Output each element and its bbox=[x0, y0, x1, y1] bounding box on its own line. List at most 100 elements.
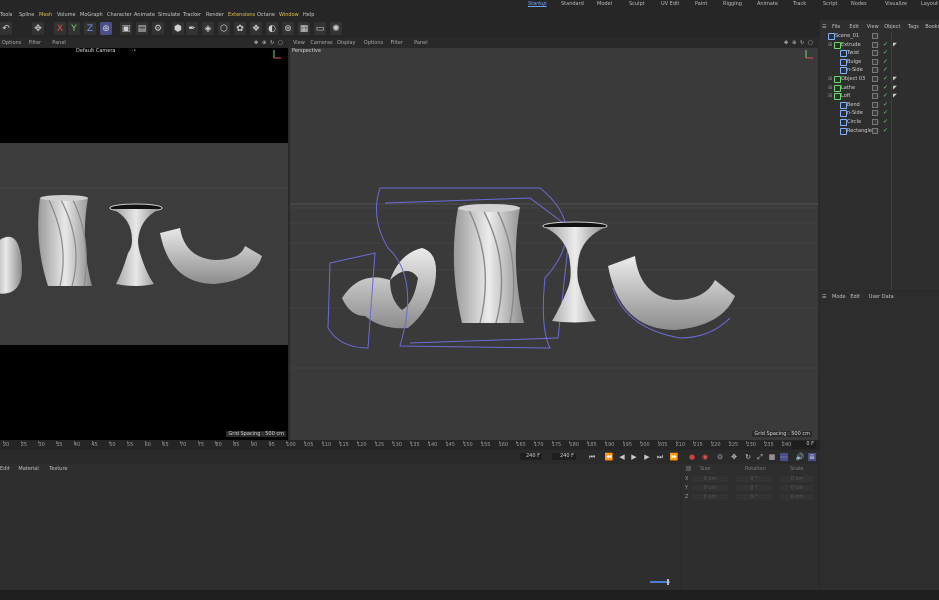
object-menu-tags[interactable]: Tags bbox=[908, 24, 919, 30]
enabled-check-icon[interactable]: ✓ bbox=[883, 127, 888, 134]
frame-end-field[interactable]: 240 F bbox=[552, 453, 576, 460]
object-name[interactable]: Extrude bbox=[841, 42, 861, 48]
object-row-scene-01[interactable]: Scene_01: bbox=[820, 32, 939, 40]
visibility-dots-icon[interactable]: : bbox=[878, 59, 880, 65]
current-frame-field[interactable]: 0 F bbox=[792, 441, 816, 449]
expand-icon[interactable]: ⊞ bbox=[828, 93, 832, 99]
cloner-icon[interactable]: ✿ bbox=[234, 22, 246, 35]
coord-scale-field[interactable]: 0 cm bbox=[780, 485, 814, 491]
viewport-left[interactable]: Default Camera ·:• Grid Spacing : 500 cm bbox=[0, 48, 288, 440]
enabled-check-icon[interactable]: ✓ bbox=[883, 92, 888, 99]
visibility-dots-icon[interactable]: : bbox=[878, 85, 880, 91]
object-row-lathe[interactable]: ⊞ Lathe: ✓ ◤ bbox=[820, 84, 939, 92]
object-name[interactable]: Object 03 bbox=[841, 76, 865, 82]
object-menu-object[interactable]: Object bbox=[884, 24, 900, 30]
tag-icon[interactable]: ◤ bbox=[893, 93, 897, 99]
object-name[interactable]: n-Side bbox=[847, 67, 863, 73]
visibility-dots-icon[interactable]: : bbox=[878, 67, 880, 73]
visibility-dots-icon[interactable]: : bbox=[878, 110, 880, 116]
menu-help[interactable]: Help bbox=[303, 12, 314, 18]
viewport-zoom-icon[interactable]: ⊕ bbox=[262, 40, 266, 46]
layout-model[interactable]: Model bbox=[597, 1, 612, 7]
render-settings-icon[interactable]: ⚙ bbox=[152, 22, 164, 35]
visibility-dots-icon[interactable]: : bbox=[878, 33, 880, 39]
timeline-settings-icon[interactable]: ≣ bbox=[808, 453, 816, 461]
menu-extensions[interactable]: Extensions bbox=[228, 12, 255, 18]
object-menu-view[interactable]: View bbox=[867, 24, 879, 30]
layout-layout[interactable]: Layout bbox=[921, 1, 938, 7]
autokey-icon[interactable]: ◉ bbox=[701, 453, 709, 461]
menu-tools[interactable]: Tools bbox=[0, 12, 12, 18]
enabled-check-icon[interactable]: ✓ bbox=[883, 66, 888, 73]
spline-pen-icon[interactable]: ✒ bbox=[186, 22, 198, 35]
object-name[interactable]: Rectangle bbox=[847, 128, 872, 134]
material-menu-material[interactable]: Material bbox=[18, 466, 38, 472]
object-row-rectangle[interactable]: Rectangle: ✓ bbox=[820, 127, 939, 135]
coord-scale-field[interactable]: 0 cm bbox=[780, 494, 814, 500]
tag-icon[interactable]: ◤ bbox=[893, 85, 897, 91]
sound-icon[interactable]: 🔊 bbox=[796, 453, 805, 461]
visibility-dots-icon[interactable]: : bbox=[878, 50, 880, 56]
light-icon[interactable]: ✺ bbox=[330, 22, 342, 35]
viewport-rotate-icon[interactable]: ↻ bbox=[270, 40, 274, 46]
viewport-maximize-icon[interactable]: ▢ bbox=[808, 40, 813, 46]
object-menu-file[interactable]: File bbox=[832, 24, 840, 30]
viewport-menu-view[interactable]: View bbox=[293, 40, 305, 46]
extrude-generator-icon[interactable]: ⬡ bbox=[218, 22, 230, 35]
twisted-column-object[interactable] bbox=[38, 195, 92, 287]
move-icon[interactable]: ✥ bbox=[32, 22, 44, 35]
undo-icon[interactable]: ↶ bbox=[0, 22, 12, 35]
viewport-menu-options[interactable]: Options bbox=[2, 40, 21, 46]
layout-sculpt[interactable]: Sculpt bbox=[629, 1, 645, 7]
keyframe-selection-icon[interactable]: ⊙ bbox=[716, 453, 724, 461]
attribute-menu-edit[interactable]: Edit bbox=[850, 294, 860, 300]
rotation-track-icon[interactable]: ↻ bbox=[744, 453, 752, 461]
menu-character[interactable]: Character bbox=[107, 12, 132, 18]
render-view-icon[interactable]: ▣ bbox=[120, 22, 132, 35]
viewport-menu-filter[interactable]: Filter bbox=[29, 40, 41, 46]
object-menu-edit[interactable]: Edit bbox=[849, 24, 859, 30]
visibility-dots-icon[interactable]: : bbox=[878, 76, 880, 82]
field-icon[interactable]: ⊛ bbox=[282, 22, 294, 35]
deformer-icon[interactable]: ◐ bbox=[266, 22, 278, 35]
hamburger-icon[interactable]: ☰ bbox=[822, 24, 826, 30]
enabled-check-icon[interactable]: ✓ bbox=[883, 49, 888, 56]
menu-animate[interactable]: Animate bbox=[134, 12, 155, 18]
go-to-end-icon[interactable]: ⏭ bbox=[656, 453, 664, 461]
layout-nodes[interactable]: Nodes bbox=[851, 1, 867, 7]
layout-startup[interactable]: Startup bbox=[528, 1, 547, 7]
object-row-loft[interactable]: ⊞ Loft: ✓ ◤ bbox=[820, 92, 939, 101]
enabled-check-icon[interactable]: ✓ bbox=[883, 84, 888, 91]
enabled-check-icon[interactable]: ✓ bbox=[883, 109, 888, 116]
coord-rotation-field[interactable]: 0 ° bbox=[736, 494, 772, 500]
object-row-extrude[interactable]: ⊞ Extrude: ✓ ◤ bbox=[820, 41, 939, 49]
object-row-bulge[interactable]: Bulge: ✓ bbox=[820, 58, 939, 66]
coord-rotation-field[interactable]: 0 ° bbox=[736, 485, 772, 491]
object-name[interactable]: Bend bbox=[847, 102, 860, 108]
attribute-menu-user-data[interactable]: User Data bbox=[869, 294, 894, 300]
coord-scale-field[interactable]: 0 cm bbox=[780, 476, 814, 482]
viewport-pan-icon[interactable]: ✥ bbox=[784, 40, 788, 46]
object-row-bend[interactable]: Bend: ✓ bbox=[820, 101, 939, 109]
viewport-maximize-icon[interactable]: ▢ bbox=[278, 40, 283, 46]
enabled-check-icon[interactable]: ✓ bbox=[883, 58, 888, 65]
menu-tracker[interactable]: Tracker bbox=[183, 12, 201, 18]
layout-standard[interactable]: Standard bbox=[561, 1, 584, 7]
viewport-menu-options[interactable]: Options bbox=[364, 40, 383, 46]
next-key-icon[interactable]: ⏩ bbox=[670, 453, 679, 461]
visibility-dots-icon[interactable]: : bbox=[878, 102, 880, 108]
prev-frame-icon[interactable]: ◀ bbox=[618, 453, 626, 461]
coord-position-field[interactable]: 0 cm bbox=[692, 485, 728, 491]
layout-visualize[interactable]: Visualize bbox=[885, 1, 907, 7]
timeline-ruler[interactable]: 20 25 30 35 40 45 50 55 60 65 70 75 80 85 90 95 100 105 11… bbox=[0, 440, 820, 450]
param-track-icon[interactable]: ▦ bbox=[768, 453, 776, 461]
scene-icon[interactable]: ▦ bbox=[298, 22, 310, 35]
layout-script[interactable]: Script bbox=[823, 1, 838, 7]
object-name[interactable]: n-Side bbox=[847, 110, 863, 116]
enabled-check-icon[interactable]: ✓ bbox=[883, 41, 888, 48]
menu-simulate[interactable]: Simulate bbox=[158, 12, 180, 18]
object-name[interactable]: Loft bbox=[841, 93, 850, 99]
position-track-icon[interactable]: ✥ bbox=[730, 453, 738, 461]
menu-volume[interactable]: Volume bbox=[57, 12, 76, 18]
material-menu-texture[interactable]: Texture bbox=[49, 466, 67, 472]
